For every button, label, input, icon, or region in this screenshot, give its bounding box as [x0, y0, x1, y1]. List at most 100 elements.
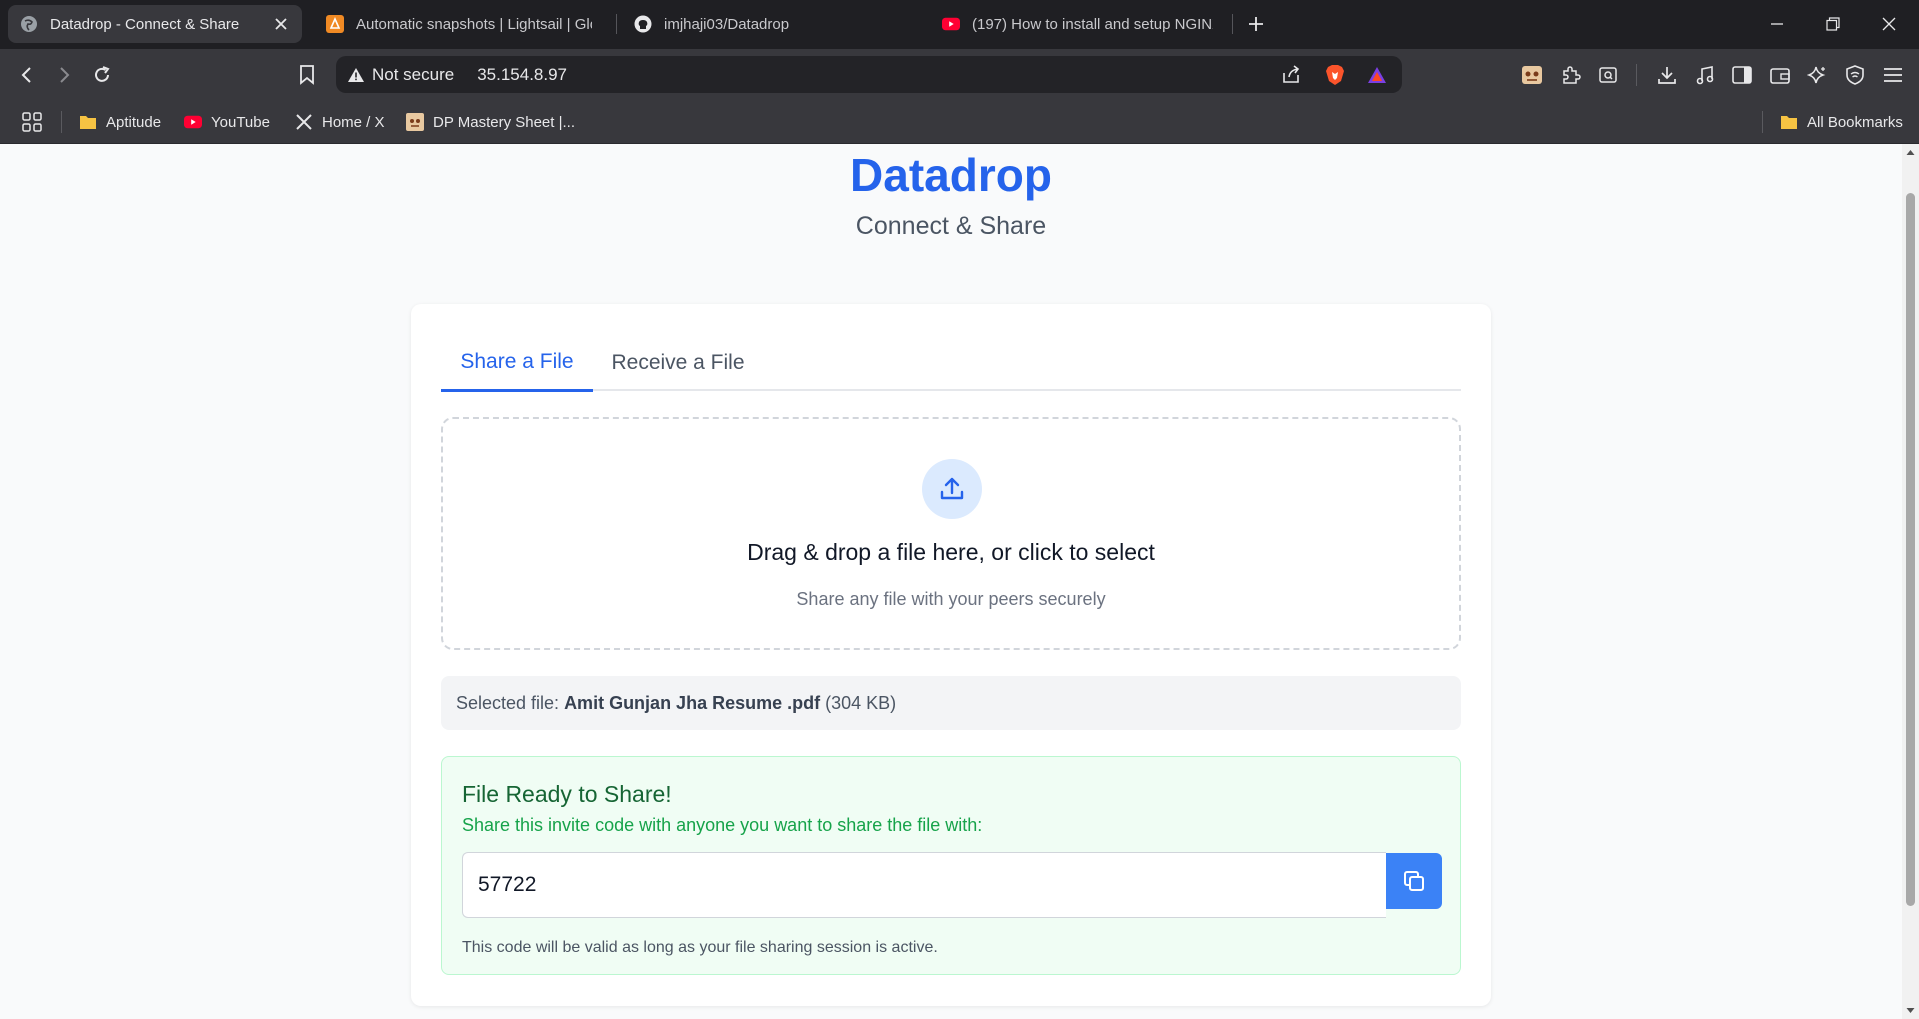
- lightsail-icon: [326, 15, 344, 33]
- dropzone-title: Drag & drop a file here, or click to sel…: [747, 539, 1155, 565]
- apps-grid-button[interactable]: [21, 109, 43, 135]
- globe-icon: [20, 15, 38, 33]
- all-bookmarks-button[interactable]: All Bookmarks: [1780, 109, 1903, 135]
- close-icon: [1882, 17, 1896, 31]
- browser-tab-youtube[interactable]: (197) How to install and setup NGINX: [930, 5, 1225, 43]
- browser-tab-github[interactable]: imjhaji03/Datadrop: [622, 5, 922, 43]
- scrollbar-thumb[interactable]: [1906, 193, 1915, 906]
- upload-icon: [940, 477, 964, 500]
- youtube-icon: [942, 15, 960, 33]
- selected-file-name: Amit Gunjan Jha Resume .pdf: [564, 692, 821, 713]
- sidebar-icon: [1732, 66, 1752, 84]
- file-dropzone[interactable]: Drag & drop a file here, or click to sel…: [441, 417, 1461, 650]
- sidebar-button[interactable]: [1727, 60, 1757, 90]
- brand-tagline: Connect & Share: [855, 212, 1047, 240]
- hamburger-menu-icon: [1884, 68, 1902, 82]
- wallet-button[interactable]: [1765, 60, 1795, 90]
- download-icon: [1658, 67, 1676, 84]
- bookmark-icon: [300, 65, 314, 85]
- share-card: Share a File Receive a File Drag & drop …: [411, 304, 1491, 1006]
- wallet-icon: [1770, 68, 1790, 84]
- warning-icon[interactable]: [346, 65, 366, 85]
- all-bookmarks-label: All Bookmarks: [1807, 113, 1903, 131]
- toolbar-separator: [1636, 64, 1637, 86]
- selected-file-prefix: Selected file:: [456, 692, 560, 713]
- tab-title: Automatic snapshots | Lightsail | Glob: [356, 15, 592, 33]
- bookmark-aptitude[interactable]: Aptitude: [79, 109, 161, 135]
- shield-icon: [1846, 65, 1864, 85]
- address-bar[interactable]: Not secure 35.154.8.97: [336, 56, 1402, 93]
- minimize-icon: [1771, 23, 1783, 25]
- reader-icon: [1599, 67, 1617, 83]
- bookmarks-bar: Aptitude YouTube Home / X DP Mastery She…: [0, 100, 1919, 144]
- restore-button[interactable]: [1810, 8, 1856, 40]
- security-label[interactable]: Not secure: [372, 65, 454, 85]
- bookmark-page-button[interactable]: [292, 60, 322, 90]
- url-text[interactable]: 35.154.8.97: [477, 65, 567, 85]
- tab-title: imjhaji03/Datadrop: [664, 15, 790, 33]
- tab-title: Datadrop - Connect & Share: [50, 15, 240, 33]
- browser-tab-lightsail[interactable]: Automatic snapshots | Lightsail | Glob: [314, 5, 604, 43]
- brave-shields-icon[interactable]: [1324, 64, 1346, 86]
- apps-grid-icon: [22, 112, 42, 132]
- leo-ai-button[interactable]: [1802, 60, 1832, 90]
- page-viewport: Datadrop Connect & Share Share a File Re…: [0, 144, 1902, 1019]
- copy-code-button[interactable]: [1386, 853, 1442, 909]
- bookmark-label: Home / X: [322, 113, 385, 131]
- extension-avatar-icon: [1522, 66, 1542, 84]
- selected-file-bar: Selected file: Amit Gunjan Jha Resume .p…: [441, 676, 1461, 730]
- back-button[interactable]: [12, 60, 42, 90]
- youtube-icon: [184, 113, 202, 131]
- bookmark-label: Aptitude: [106, 113, 162, 131]
- reader-mode-button[interactable]: [1593, 60, 1623, 90]
- tab-separator: [616, 14, 617, 34]
- ready-subtitle: Share this invite code with anyone you w…: [462, 815, 983, 835]
- scroll-up-arrow-icon: [1906, 150, 1915, 155]
- back-arrow-icon: [21, 67, 31, 83]
- github-icon: [634, 15, 652, 33]
- tab-receive-file[interactable]: Receive a File: [593, 334, 763, 391]
- forward-arrow-icon: [60, 67, 70, 83]
- tab-title: (197) How to install and setup NGINX: [972, 15, 1213, 33]
- page-scrollbar[interactable]: [1902, 144, 1919, 1019]
- minimize-button[interactable]: [1754, 8, 1800, 40]
- ready-title: File Ready to Share!: [462, 781, 672, 807]
- share-page-icon[interactable]: [1280, 64, 1302, 86]
- reload-button[interactable]: [87, 60, 117, 90]
- brand-title: Datadrop: [850, 149, 1052, 201]
- browser-tab-datadrop[interactable]: Datadrop - Connect & Share: [8, 5, 302, 43]
- x-icon: [295, 113, 313, 131]
- bookmark-label: DP Mastery Sheet |...: [433, 113, 576, 131]
- browser-toolbar: Not secure 35.154.8.97: [0, 49, 1919, 100]
- downloads-button[interactable]: [1652, 60, 1682, 90]
- ready-note: This code will be valid as long as your …: [462, 939, 938, 956]
- puzzle-icon: [1563, 66, 1581, 84]
- media-button[interactable]: [1690, 60, 1720, 90]
- reload-icon: [95, 66, 110, 82]
- close-tab-icon[interactable]: [272, 15, 290, 33]
- bookmark-home-x[interactable]: Home / X: [295, 109, 385, 135]
- close-window-button[interactable]: [1866, 8, 1912, 40]
- extensions-button[interactable]: [1556, 60, 1586, 90]
- sparkle-icon: [1807, 66, 1826, 84]
- vpn-button[interactable]: [1840, 60, 1870, 90]
- tab-share-file[interactable]: Share a File: [441, 334, 593, 392]
- sheet-icon: [406, 113, 424, 131]
- folder-icon: [1780, 113, 1798, 131]
- extension-avatar-button[interactable]: [1517, 60, 1547, 90]
- copy-icon: [1404, 871, 1424, 891]
- bookmark-dp-mastery[interactable]: DP Mastery Sheet |...: [406, 109, 575, 135]
- brave-rewards-icon[interactable]: [1366, 64, 1388, 86]
- folder-icon: [79, 113, 97, 131]
- forward-button[interactable]: [49, 60, 79, 90]
- bookmarks-separator: [61, 111, 62, 133]
- main-menu-button[interactable]: [1878, 60, 1908, 90]
- bookmark-youtube[interactable]: YouTube: [184, 109, 270, 135]
- dropzone-subtitle: Share any file with your peers securely: [796, 589, 1106, 609]
- invite-code-input[interactable]: [462, 852, 1386, 918]
- restore-icon: [1826, 17, 1840, 31]
- bookmark-label: YouTube: [211, 113, 270, 131]
- bookmarks-separator: [1762, 111, 1763, 133]
- tab-separator: [1232, 14, 1233, 34]
- new-tab-button[interactable]: [1244, 12, 1268, 36]
